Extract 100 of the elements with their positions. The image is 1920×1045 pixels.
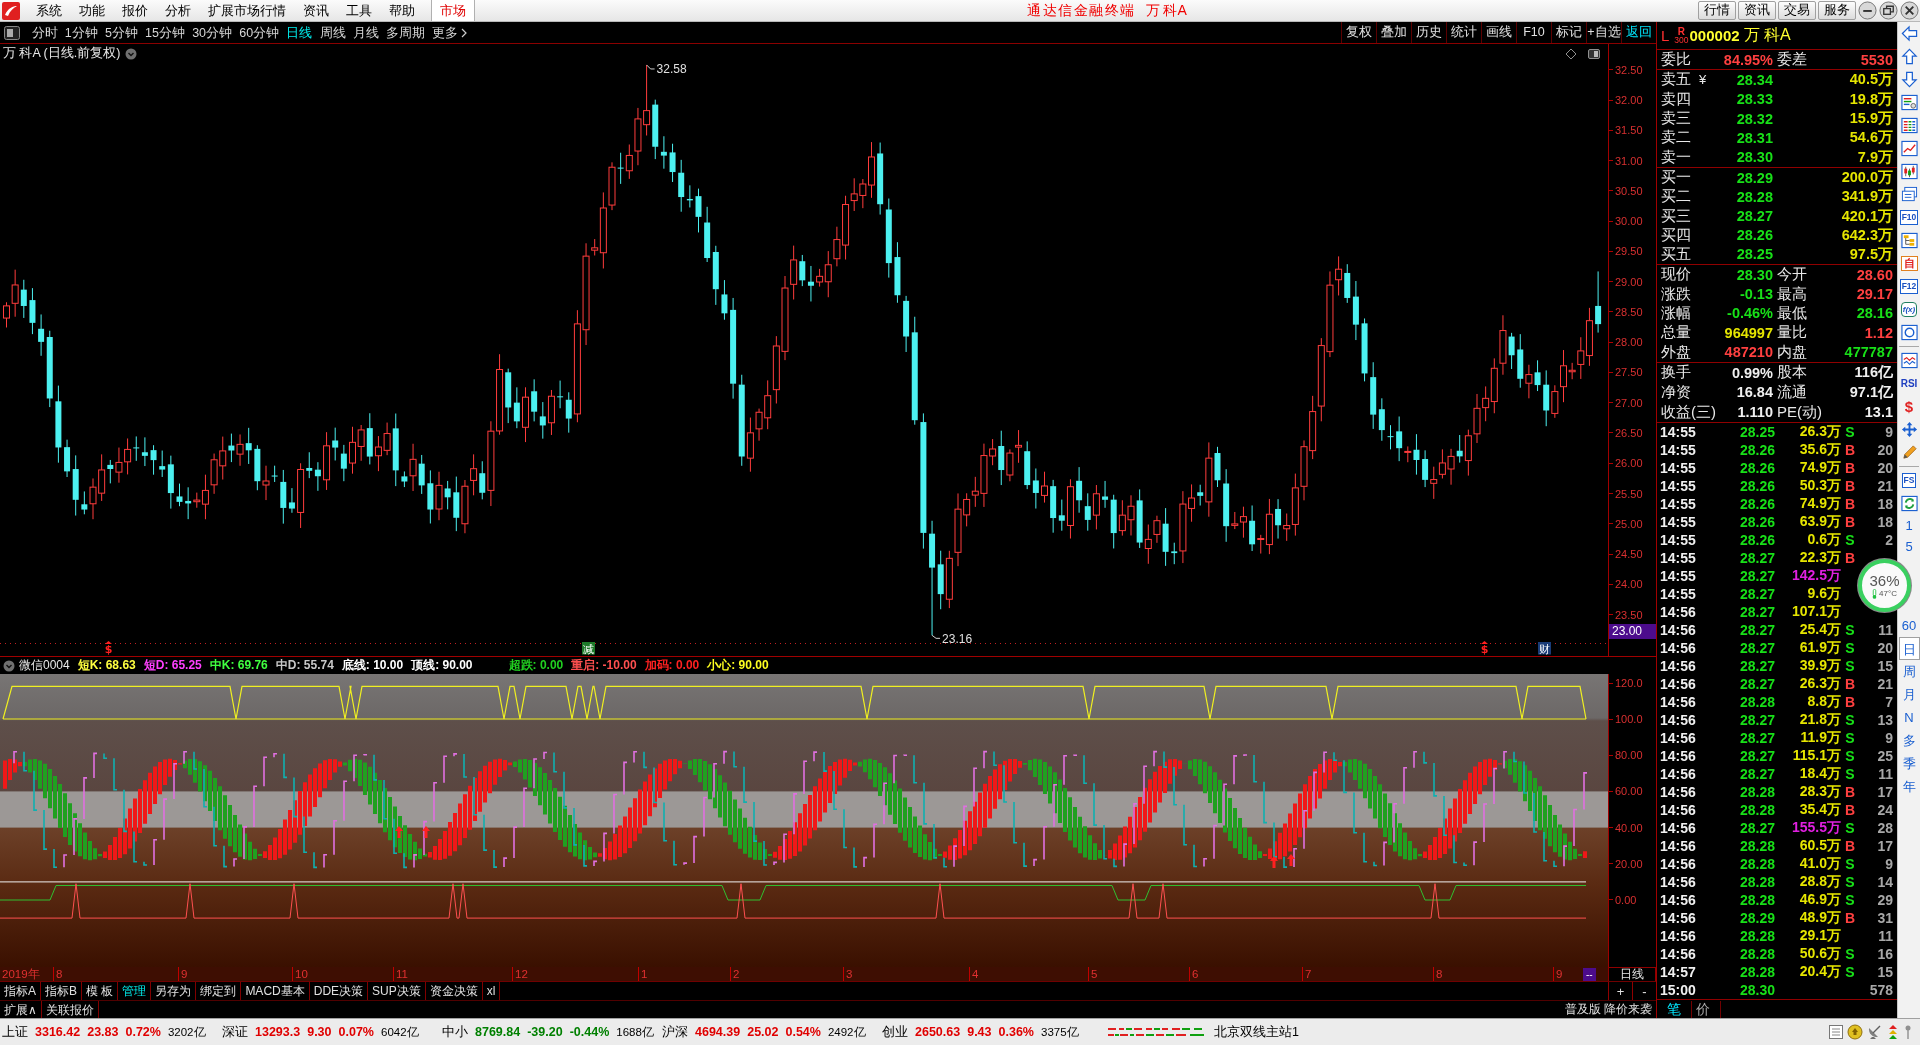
toolbar-button[interactable]: 标记 [1551, 22, 1586, 43]
sidebar-tool-button[interactable]: RSI [1900, 377, 1918, 390]
period-button[interactable]: 年 [1898, 775, 1920, 798]
diamond-icon[interactable] [1565, 47, 1577, 60]
period-tab[interactable]: 月线 [349, 23, 383, 42]
zoom-button[interactable]: + [1608, 982, 1632, 1000]
candlestick-icon[interactable] [1900, 163, 1918, 180]
period-button[interactable]: 季 [1898, 752, 1920, 775]
app-logo-icon[interactable] [2, 1, 20, 20]
up-arrow-icon[interactable] [1900, 48, 1918, 65]
top-menu-button[interactable]: 行情 [1698, 1, 1736, 20]
sidebar-tool-button[interactable]: $ [1904, 400, 1914, 413]
period-button[interactable]: 多 [1898, 729, 1920, 752]
satellite-dish-icon[interactable] [1866, 1024, 1882, 1040]
indicator-tab[interactable]: MACD基本 [241, 982, 310, 1000]
period-tab[interactable]: 1分钟 [61, 23, 102, 42]
toolbar-button[interactable]: 复权 [1341, 22, 1376, 43]
indicator-tab[interactable]: 另存为 [151, 982, 197, 1000]
market-tab[interactable]: 市场 [431, 0, 475, 21]
menu-item[interactable]: 资讯 [294, 2, 337, 19]
promo-link[interactable]: 普及版 降价来袭 [1564, 1001, 1656, 1018]
period-button[interactable]: 月 [1898, 683, 1920, 706]
sidebar-tool-button[interactable]: FS [1901, 473, 1917, 488]
menu-item[interactable]: 分析 [156, 2, 199, 19]
index-name[interactable]: 上证 [2, 1023, 28, 1041]
minimize-icon[interactable] [1858, 1, 1877, 20]
server-name[interactable]: 北京双线主站1 [1214, 1023, 1299, 1041]
period-button[interactable]: 1 [1898, 515, 1920, 536]
toolbar-button[interactable]: 历史 [1411, 22, 1446, 43]
color-grid-icon[interactable] [1900, 117, 1918, 134]
period-tab[interactable]: 多周期 [382, 23, 429, 42]
sidebar-tool-button[interactable]: F12 [1899, 279, 1919, 294]
tick-panel-tab[interactable]: 价 [1692, 1000, 1721, 1018]
period-button[interactable]: 5 [1898, 536, 1920, 557]
pencil-icon[interactable] [1900, 444, 1918, 461]
top-menu-button[interactable]: 资讯 [1738, 1, 1776, 20]
event-tag[interactable]: 财 [1538, 642, 1551, 655]
price-axis-label: 31.50 [1615, 124, 1643, 137]
more-button[interactable]: 更多 [428, 23, 471, 42]
event-tag[interactable]: 减 [582, 642, 595, 655]
window-toggle-icon[interactable] [1588, 47, 1600, 60]
indicator-tab[interactable]: DDE决策 [309, 982, 369, 1000]
tick-panel-tab[interactable]: 笔 [1663, 1000, 1692, 1018]
period-button[interactable]: N [1898, 706, 1920, 729]
sidebar-tool-button[interactable]: 自 [1900, 256, 1918, 271]
line-chart-icon[interactable] [1900, 140, 1918, 157]
dropdown-icon[interactable] [3, 659, 15, 672]
coin-icon[interactable] [1847, 1024, 1863, 1040]
indicator-tab[interactable]: 模 板 [82, 982, 119, 1000]
checklist-icon[interactable] [1900, 94, 1918, 111]
toolbar-button[interactable]: F10 [1516, 22, 1551, 43]
indicator-tab[interactable]: xl [482, 982, 501, 1000]
windows-icon[interactable] [1900, 186, 1918, 203]
menu-item[interactable]: 功能 [70, 2, 113, 19]
menu-item[interactable]: 报价 [113, 2, 156, 19]
indicator-tab[interactable]: 资金决策 [425, 982, 483, 1000]
top-menu-button[interactable]: 服务 [1818, 1, 1856, 20]
top-menu-button[interactable]: 交易 [1778, 1, 1816, 20]
period-tab[interactable]: 日线 [282, 23, 316, 42]
indicator-tab[interactable]: 管理 [118, 982, 152, 1000]
period-tab[interactable]: 60分钟 [235, 23, 283, 42]
down-arrow-icon[interactable] [1900, 71, 1918, 88]
period-button[interactable]: 60 [1898, 614, 1920, 637]
toolbar-button[interactable]: +自选 [1586, 22, 1621, 43]
indicator-tab[interactable]: 指标A [0, 982, 41, 1000]
toolbar-button[interactable]: 统计 [1446, 22, 1481, 43]
refresh-icon[interactable] [1900, 495, 1918, 512]
sidebar-tool-button[interactable]: f(x) [1900, 302, 1918, 317]
period-button[interactable]: 周 [1898, 660, 1920, 683]
index-name[interactable]: 沪深 [662, 1023, 688, 1041]
indicator-tab[interactable]: 绑定到 [196, 982, 242, 1000]
period-button[interactable]: 日 [1898, 637, 1920, 660]
indicator-name[interactable]: 微信0004 [19, 657, 70, 674]
period-tab[interactable]: 分时 [28, 23, 62, 42]
toolbar-button[interactable]: 叠加 [1376, 22, 1411, 43]
menu-item[interactable]: 工具 [337, 2, 380, 19]
period-tab[interactable]: 30分钟 [188, 23, 236, 42]
index-name[interactable]: 创业 [882, 1023, 908, 1041]
tree-icon[interactable] [1900, 232, 1918, 249]
move-icon[interactable] [1900, 421, 1918, 438]
period-tab[interactable]: 周线 [315, 23, 350, 42]
wave-icon[interactable] [1900, 352, 1918, 369]
period-tab[interactable]: 15分钟 [141, 23, 189, 42]
dropdown-icon[interactable] [125, 47, 138, 60]
close-icon[interactable] [1900, 1, 1919, 20]
index-name[interactable]: 中小 [442, 1023, 468, 1041]
period-tab[interactable]: 5分钟 [101, 23, 142, 42]
document-icon[interactable] [1828, 1024, 1844, 1040]
pin-icon[interactable] [1904, 1024, 1912, 1040]
menu-item[interactable]: 帮助 [380, 2, 423, 19]
restore-icon[interactable] [1879, 1, 1898, 20]
toolbar-button[interactable]: 画线 [1481, 22, 1516, 43]
indicator-tab[interactable]: 指标B [41, 982, 83, 1000]
left-arrow-icon[interactable] [1900, 25, 1918, 42]
sidebar-tool-button[interactable]: F10 [1899, 210, 1919, 225]
indicator-tab[interactable]: SUP决策 [368, 982, 426, 1000]
panel-toggle-icon[interactable] [4, 25, 20, 40]
menu-item[interactable]: 扩展市场行情 [199, 2, 294, 19]
index-name[interactable]: 深证 [222, 1023, 248, 1041]
menu-item[interactable]: 系统 [27, 2, 70, 19]
